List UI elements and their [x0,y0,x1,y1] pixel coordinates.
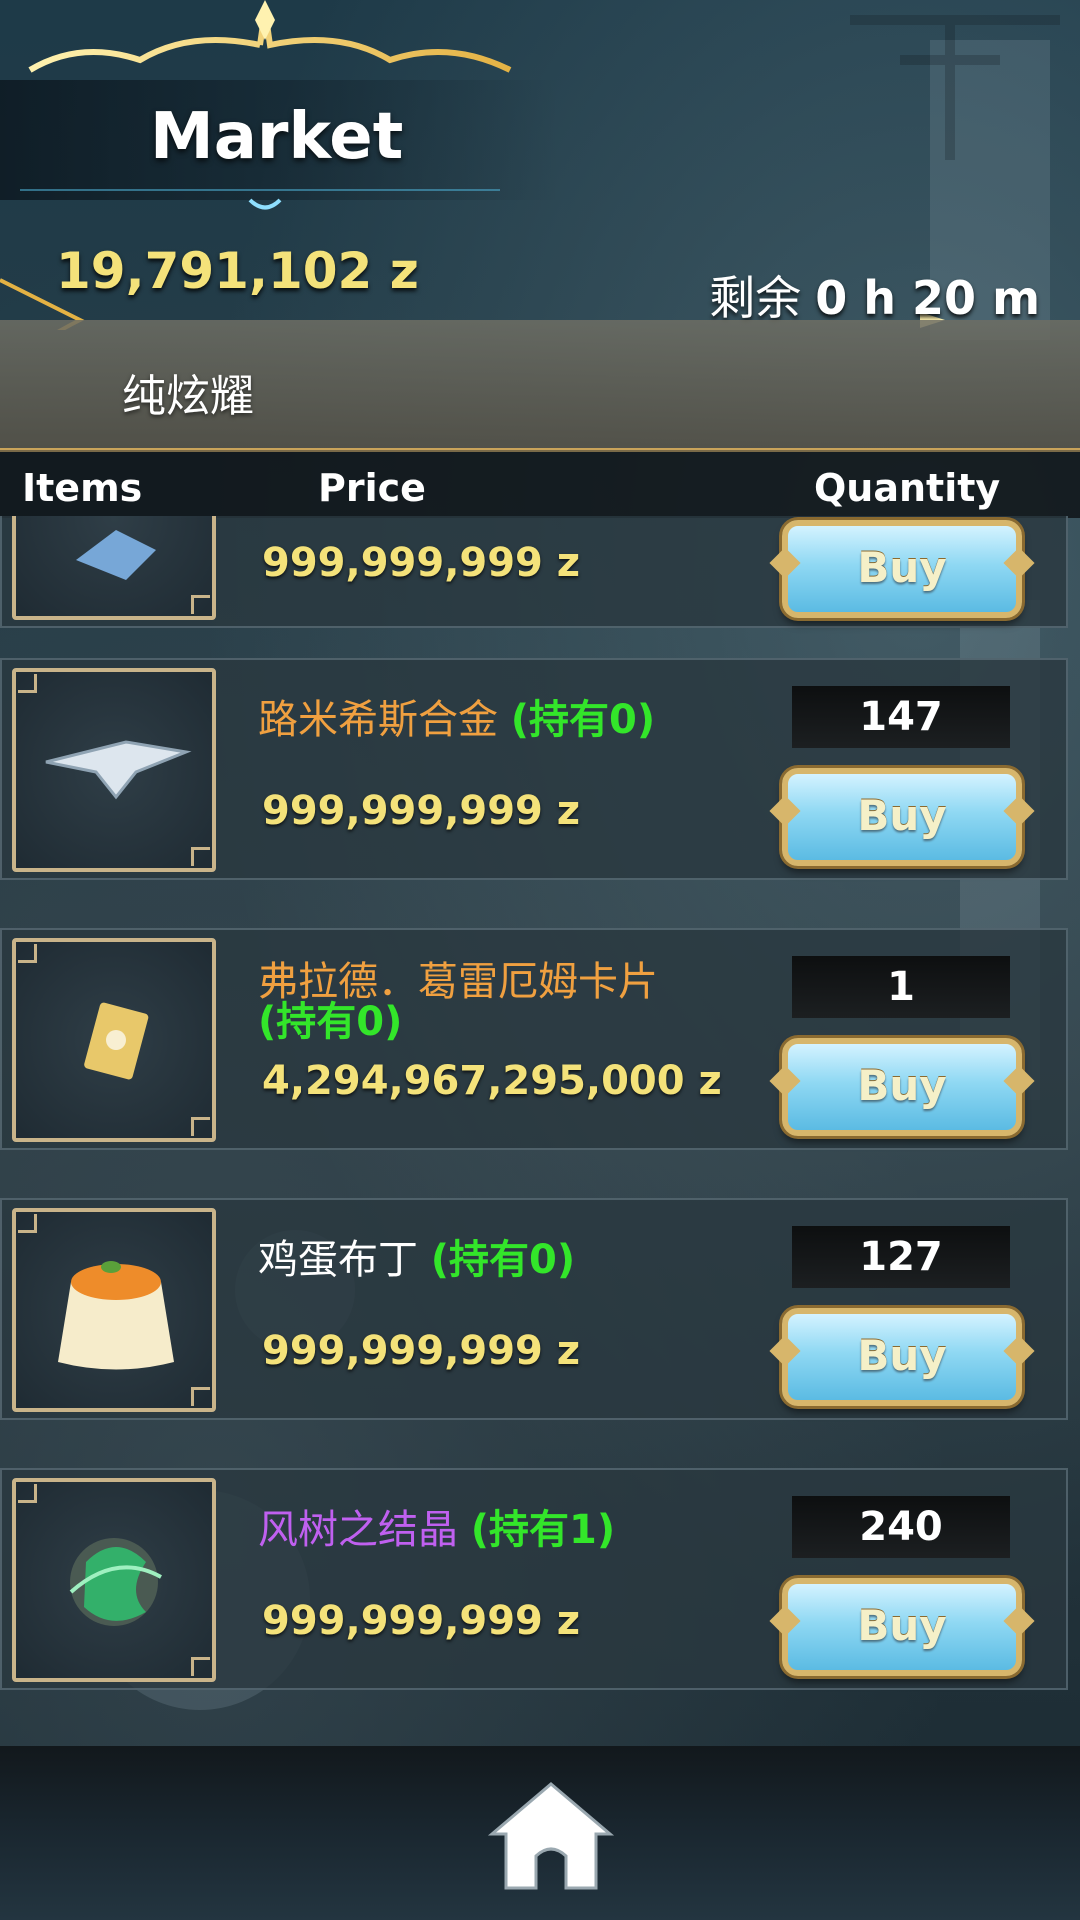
wind-crystal-icon [69,1538,162,1626]
buy-button[interactable]: Buy [782,768,1022,866]
column-items: Items [22,466,143,510]
buy-button[interactable]: Buy [782,520,1022,618]
column-quantity: Quantity [814,466,1001,510]
timer-prefix: 剩余 [709,271,802,325]
buy-button[interactable]: Buy [782,1578,1022,1676]
timer-value: 0 h 20 m [815,271,1040,325]
category-bar[interactable]: 纯炫耀 [0,320,1080,451]
currency-balance: 19,791,102 z [56,242,419,300]
crystal-shard-icon [76,530,156,580]
item-name: 路米希斯合金 (持有0) [258,700,728,740]
alloy-wing-icon [45,740,192,800]
quantity-display: 240 [792,1496,1010,1558]
list-item[interactable]: 弗拉德．葛雷厄姆卡片 (持有0) 4,294,967,295,000 z 1 B… [0,928,1068,1150]
item-thumbnail[interactable] [12,1478,216,1682]
page-title: Market [150,100,404,174]
time-remaining: 剩余 0 h 20 m [709,262,1040,328]
item-thumbnail[interactable] [12,1208,216,1412]
item-name-text: 路米希斯合金 [258,697,511,743]
owned-count: (持有1) [470,1507,616,1553]
bottom-bar [0,1746,1080,1920]
buy-button[interactable]: Buy [782,1308,1022,1406]
item-price: 999,999,999 z [262,788,581,834]
home-button[interactable] [486,1778,616,1894]
owned-count: (持有0) [258,999,403,1045]
item-thumbnail[interactable] [12,516,216,620]
quantity-display: 1 [792,956,1010,1018]
list-item[interactable]: 鸡蛋布丁 (持有0) 999,999,999 z 127 Buy [0,1198,1068,1420]
owned-count: (持有0) [510,697,656,743]
category-label: 纯炫耀 [122,371,254,422]
list-item[interactable]: 路米希斯合金 (持有0) 999,999,999 z 147 Buy [0,658,1068,880]
list-item[interactable]: 风树之结晶 (持有1) 999,999,999 z 240 Buy [0,1468,1068,1690]
item-thumbnail[interactable] [12,668,216,872]
item-name-text: 鸡蛋布丁 [258,1237,431,1283]
home-icon [487,1782,615,1890]
column-price: Price [318,466,426,510]
item-price: 999,999,999 z [262,540,581,586]
item-name-text: 风树之结晶 [258,1507,471,1553]
owned-count: (持有0) [430,1237,576,1283]
market-header: Market 19,791,102 z 剩余 0 h 20 m 纯炫耀 [0,0,1080,451]
pudding-icon [58,1261,174,1370]
quantity-display: 127 [792,1226,1010,1288]
item-name: 风树之结晶 (持有1) [258,1510,728,1550]
buy-button[interactable]: Buy [782,1038,1022,1136]
item-name: 鸡蛋布丁 (持有0) [258,1240,728,1280]
item-price: 999,999,999 z [262,1328,581,1374]
card-icon [84,1002,149,1080]
item-thumbnail[interactable] [12,938,216,1142]
column-header: Items Price Quantity [0,450,1080,518]
item-name: 弗拉德．葛雷厄姆卡片 (持有0) [258,962,728,1042]
item-price: 999,999,999 z [262,1598,581,1644]
quantity-display: 147 [792,686,1010,748]
list-item[interactable]: 999,999,999 z Buy [0,516,1068,628]
item-list[interactable]: 999,999,999 z Buy 路米希斯合金 (持有0) 999,999,9… [0,516,1080,1746]
item-price: 4,294,967,295,000 z [262,1058,722,1104]
